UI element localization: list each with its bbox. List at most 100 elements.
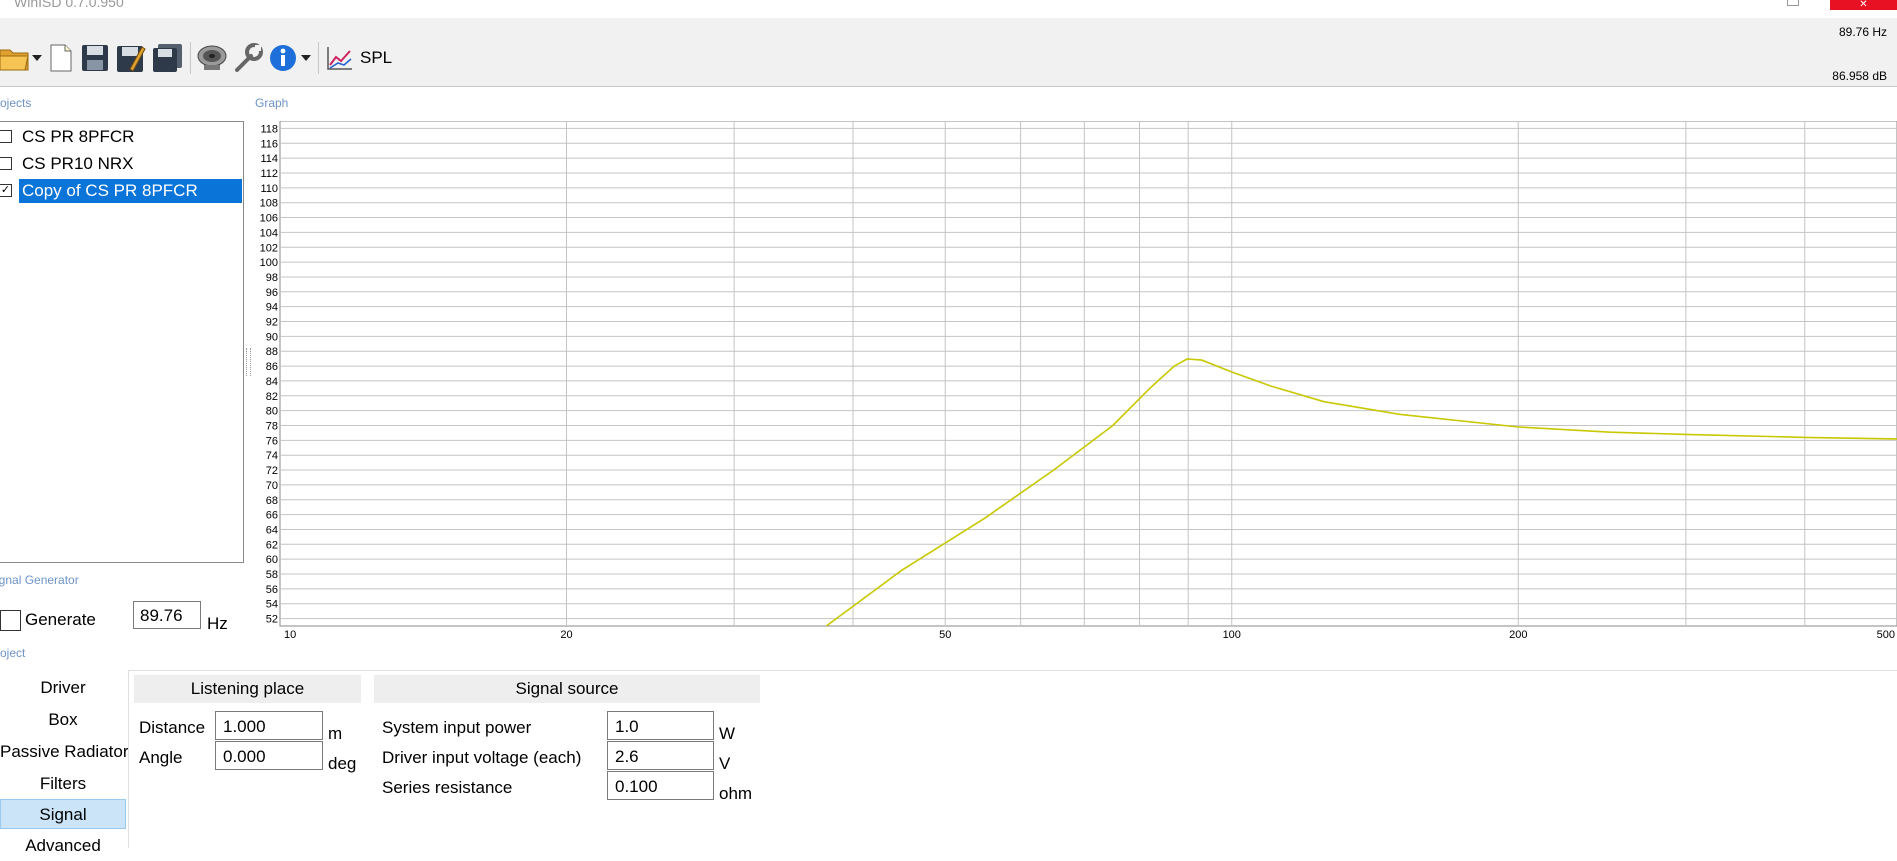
tab-passive-radiator[interactable]: Passive Radiator: [0, 737, 129, 767]
save-as-button[interactable]: [115, 42, 147, 74]
y-tick-label: 106: [260, 213, 278, 225]
project-section-label: Project: [0, 646, 26, 660]
close-button[interactable]: ✕: [1830, 0, 1897, 10]
y-tick-label: 82: [266, 391, 278, 403]
toolbar-separator: [190, 42, 191, 74]
project-checkbox[interactable]: [0, 130, 12, 143]
project-tabs: Driver Box Passive Radiator Filters Sign…: [0, 665, 129, 855]
save-all-button[interactable]: [151, 42, 185, 74]
generate-checkbox[interactable]: [0, 610, 21, 631]
y-tick-label: 118: [260, 123, 278, 135]
close-icon: ✕: [1859, 0, 1868, 10]
angle-input[interactable]: 0.000: [215, 741, 323, 770]
save-as-icon: [117, 46, 146, 72]
input-power-input[interactable]: 1.0: [607, 711, 714, 740]
new-project-button[interactable]: [47, 42, 75, 74]
y-tick-label: 110: [260, 183, 278, 195]
y-tick-label: 76: [266, 435, 278, 447]
x-tick-label: 100: [1223, 629, 1241, 641]
save-icon: [82, 45, 108, 71]
tab-box[interactable]: Box: [0, 705, 126, 735]
y-tick-label: 62: [266, 539, 278, 551]
project-checkbox-checked[interactable]: ✓: [0, 184, 12, 197]
project-checkbox[interactable]: [0, 157, 12, 170]
dropdown-arrow-icon: [32, 55, 42, 61]
frequency-readout: 89.76 Hz: [1838, 25, 1887, 39]
y-tick-label: 88: [266, 346, 278, 358]
project-label: Copy of CS PR 8PFCR: [19, 179, 242, 203]
tab-signal[interactable]: Signal: [0, 799, 126, 829]
tools-button[interactable]: [232, 42, 264, 74]
tools-wrench-icon: [235, 43, 263, 72]
plot-area: [279, 121, 1897, 627]
maximize-icon[interactable]: [1787, 0, 1799, 6]
y-tick-label: 92: [266, 317, 278, 329]
input-voltage-label: Driver input voltage (each): [382, 748, 582, 767]
generator-frequency-unit: Hz: [207, 614, 228, 633]
tab-advanced[interactable]: Advanced: [0, 831, 126, 861]
window-title: WinISD 0.7.0.950: [14, 0, 124, 10]
open-button[interactable]: [0, 42, 30, 74]
title-bar: WinISD 0.7.0.950 ✕: [0, 0, 1897, 19]
distance-input[interactable]: 1.000: [215, 711, 323, 740]
series-resistance-unit: ohm: [719, 784, 753, 803]
angle-unit: deg: [328, 754, 357, 773]
info-icon: [270, 45, 296, 71]
generate-label: Generate: [25, 610, 96, 629]
x-tick-label: 500: [1877, 629, 1895, 641]
y-tick-label: 54: [266, 599, 278, 611]
y-tick-label: 94: [266, 302, 278, 314]
project-label: CS PR10 NRX: [22, 154, 134, 173]
y-tick-label: 116: [260, 138, 278, 150]
save-all-icon: [153, 44, 182, 72]
open-folder-icon: [0, 49, 29, 71]
graph-selector-button[interactable]: SPL: [326, 42, 416, 74]
spl-graph-icon: [327, 47, 352, 70]
graph-selector-label: SPL: [360, 48, 393, 67]
y-tick-label: 84: [266, 376, 278, 388]
new-document-icon: [50, 44, 72, 72]
distance-label: Distance: [139, 718, 206, 737]
open-dropdown[interactable]: [31, 42, 43, 74]
generator-frequency-input[interactable]: 89.76: [133, 601, 201, 629]
listening-place-header: Listening place: [134, 675, 361, 703]
distance-unit: m: [328, 724, 343, 743]
series-resistance-label: Series resistance: [382, 778, 513, 797]
input-voltage-unit: V: [719, 754, 731, 773]
input-voltage-input[interactable]: 2.6: [607, 741, 714, 770]
x-tick-label: 200: [1509, 629, 1527, 641]
signal-generator-label: Signal Generator: [0, 573, 79, 587]
y-tick-label: 98: [266, 272, 278, 284]
signal-source-header: Signal source: [374, 675, 760, 703]
y-tick-label: 70: [266, 480, 278, 492]
x-tick-label: 20: [560, 629, 572, 641]
projects-list: CS PR 8PFCR CS PR10 NRX ✓ Copy of CS PR …: [0, 121, 244, 563]
series-resistance-input[interactable]: 0.100: [607, 771, 714, 800]
y-tick-label: 100: [260, 257, 278, 269]
y-tick-label: 114: [260, 153, 278, 165]
project-item[interactable]: CS PR 8PFCR: [0, 124, 239, 150]
y-tick-label: 78: [266, 420, 278, 432]
y-tick-label: 96: [266, 287, 278, 299]
save-button[interactable]: [79, 42, 111, 74]
toolbar-separator: [318, 42, 319, 74]
project-item[interactable]: CS PR10 NRX: [0, 151, 239, 177]
y-tick-label: 60: [266, 554, 278, 566]
tab-filters[interactable]: Filters: [0, 769, 126, 799]
y-tick-label: 112: [260, 168, 278, 180]
tab-driver[interactable]: Driver: [0, 673, 126, 703]
y-tick-label: 108: [260, 198, 278, 210]
driver-editor-button[interactable]: [196, 42, 228, 74]
y-tick-label: 86: [266, 361, 278, 373]
project-item-selected[interactable]: ✓ Copy of CS PR 8PFCR: [0, 178, 242, 204]
driver-speaker-icon: [197, 45, 227, 70]
info-dropdown[interactable]: [300, 42, 312, 74]
signal-panel: Listening place Distance 1.000 m Angle 0…: [128, 670, 1897, 848]
toolbar: SPL 89.76 Hz 86.958 dB: [0, 18, 1897, 87]
y-tick-label: 56: [266, 584, 278, 596]
x-tick-label: 10: [284, 629, 296, 641]
y-tick-label: 52: [266, 614, 278, 626]
info-button[interactable]: [268, 42, 298, 74]
input-power-label: System input power: [382, 718, 532, 737]
input-power-unit: W: [719, 724, 736, 743]
